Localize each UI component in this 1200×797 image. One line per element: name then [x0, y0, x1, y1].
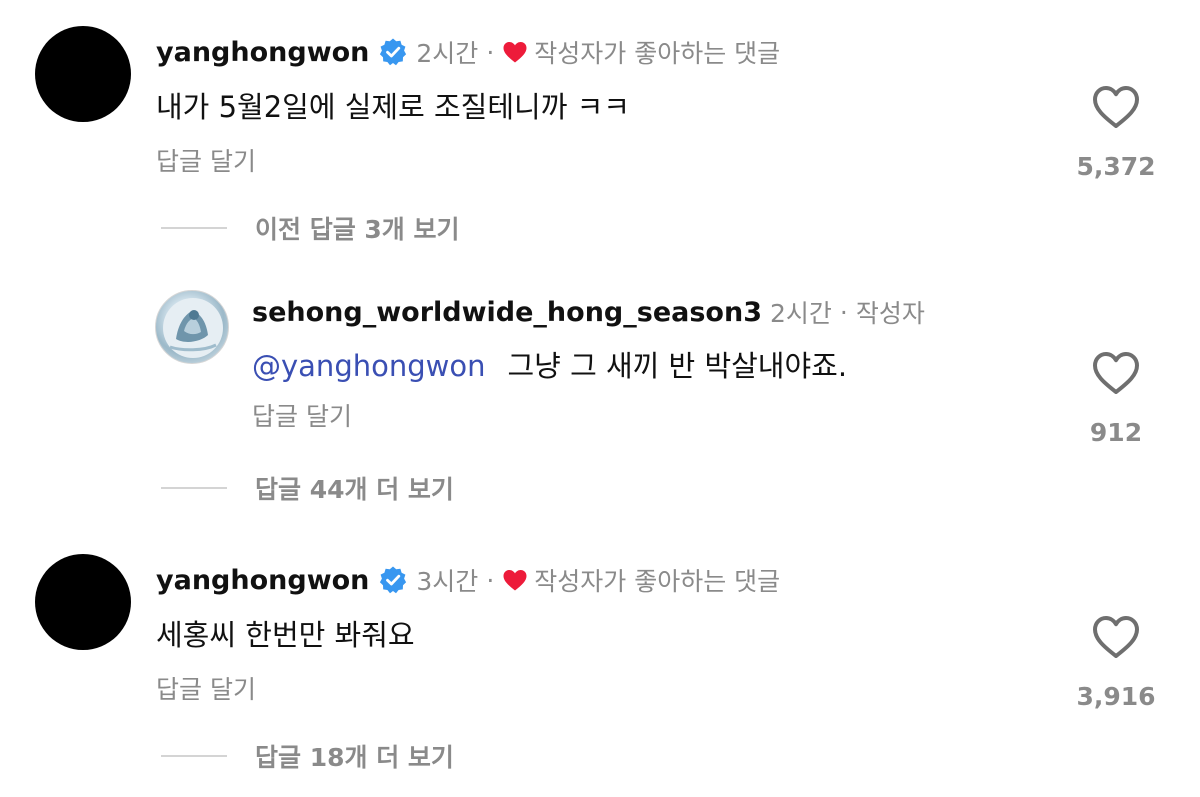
heart-filled-icon — [502, 568, 528, 592]
like-count: 3,916 — [1076, 682, 1156, 711]
like-column: 5,372 — [1061, 84, 1171, 181]
liked-by-author-label: 작성자가 좋아하는 댓글 — [534, 567, 781, 596]
reply-button[interactable]: 답글 달기 — [252, 397, 352, 433]
timestamp: 3시간 — [416, 567, 479, 596]
comment-meta: yanghongwon 3시간 · 작성자가 좋아하는 댓글 — [156, 560, 780, 600]
comment-text: @yanghongwon 그냥 그 새끼 반 박살내야죠. — [252, 343, 847, 385]
like-count: 5,372 — [1076, 152, 1156, 181]
heart-outline-icon[interactable] — [1091, 84, 1141, 134]
separator-dot: · — [486, 37, 495, 67]
view-replies-button[interactable]: 답글 18개 더 보기 — [161, 738, 454, 774]
reply-button[interactable]: 답글 달기 — [156, 670, 256, 706]
separator-dot: · — [839, 297, 848, 327]
comment-body: 그냥 그 새끼 반 박살내야죠. — [507, 349, 848, 383]
like-column: 912 — [1061, 350, 1171, 447]
view-replies-label: 답글 44개 더 보기 — [255, 475, 454, 504]
heart-outline-icon[interactable] — [1091, 614, 1141, 664]
separator-dot: · — [486, 565, 495, 595]
avatar[interactable] — [35, 554, 131, 650]
author-label: 작성자 — [855, 299, 925, 328]
view-replies-label: 이전 답글 3개 보기 — [255, 215, 460, 244]
username[interactable]: yanghongwon — [156, 37, 369, 68]
liked-by-author-label: 작성자가 좋아하는 댓글 — [534, 39, 781, 68]
like-count: 912 — [1089, 418, 1143, 447]
view-replies-button[interactable]: 답글 44개 더 보기 — [161, 470, 454, 506]
divider-line — [161, 755, 227, 757]
divider-line — [161, 487, 227, 489]
like-column: 3,916 — [1061, 614, 1171, 711]
verified-badge-icon — [378, 565, 408, 595]
comment-text: 내가 5월2일에 실제로 조질테니까 ㅋㅋ — [156, 90, 630, 124]
heart-outline-icon[interactable] — [1091, 350, 1141, 400]
divider-line — [161, 227, 227, 229]
timestamp: 2시간 — [769, 299, 832, 328]
view-replies-label: 답글 18개 더 보기 — [255, 743, 454, 772]
timestamp: 2시간 — [416, 39, 479, 68]
reply-button[interactable]: 답글 달기 — [156, 142, 256, 178]
view-replies-button[interactable]: 이전 답글 3개 보기 — [161, 210, 460, 246]
verified-badge-icon — [378, 37, 408, 67]
comment-text: 세홍씨 한번만 봐줘요 — [156, 618, 415, 652]
username[interactable]: sehong_worldwide_hong_season3 — [252, 297, 762, 328]
comment-meta: yanghongwon 2시간 · 작성자가 좋아하는 댓글 — [156, 32, 780, 72]
mention-link[interactable]: @yanghongwon — [252, 349, 485, 383]
avatar-image — [163, 298, 223, 358]
avatar[interactable] — [35, 26, 131, 122]
comment-meta: sehong_worldwide_hong_season3 2시간 · 작성자 — [252, 292, 925, 332]
username[interactable]: yanghongwon — [156, 565, 369, 596]
heart-filled-icon — [502, 40, 528, 64]
avatar[interactable] — [155, 290, 229, 364]
